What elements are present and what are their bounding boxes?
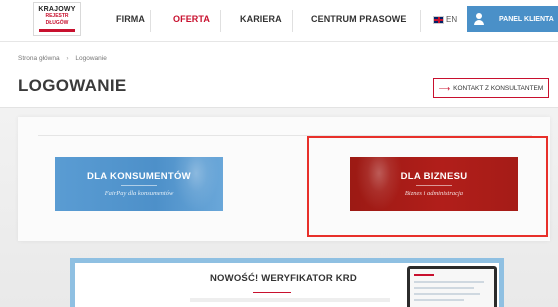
- nav-divider: [150, 10, 151, 32]
- logo-line-2: REJESTR DŁUGÓW: [45, 13, 69, 26]
- nav-divider: [220, 10, 221, 32]
- card-underline: [121, 185, 157, 186]
- krd-logo[interactable]: KRAJOWY REJESTR DŁUGÓW: [33, 2, 81, 36]
- consumers-login-card[interactable]: DLA KONSUMENTÓW FairPay dla konsumentów: [55, 157, 223, 211]
- breadcrumb: Strona główna › Logowanie: [18, 55, 107, 62]
- screen-line: [414, 281, 484, 283]
- nav-item-centrum-prasowe[interactable]: CENTRUM PRASOWE: [311, 14, 407, 28]
- uk-flag-icon[interactable]: [433, 16, 444, 24]
- nav-item-kariera[interactable]: KARIERA: [240, 14, 282, 28]
- client-panel-button[interactable]: PANEL KLIENTA: [467, 6, 558, 32]
- screen-line: [414, 293, 480, 295]
- contact-consultant-button[interactable]: ⟶ KONTAKT Z KONSULTANTEM: [433, 78, 549, 98]
- nav-divider: [420, 10, 421, 32]
- top-navigation-bar: KRAJOWY REJESTR DŁUGÓW FIRMA OFERTA KARI…: [0, 0, 558, 42]
- client-panel-label: PANEL KLIENTA: [499, 15, 554, 23]
- banner-underline: [253, 292, 291, 293]
- user-icon: [473, 13, 485, 25]
- screen-line: [414, 299, 464, 301]
- logo-bar: [39, 29, 75, 32]
- screen-line: [414, 274, 434, 276]
- person-image: [173, 157, 219, 211]
- device-screen: [410, 269, 494, 307]
- banner-text-placeholder: [190, 298, 390, 302]
- nav-item-oferta[interactable]: OFERTA: [173, 14, 210, 28]
- logo-line-1: KRAJOWY: [38, 6, 76, 13]
- page-title: LOGOWANIE: [18, 76, 127, 95]
- breadcrumb-home[interactable]: Strona główna: [18, 55, 60, 62]
- consumers-card-subtitle: FairPay dla konsumentów: [104, 190, 174, 197]
- consumers-card-title: DLA KONSUMENTÓW: [87, 171, 191, 182]
- laptop-screenshot-image: [407, 266, 497, 307]
- nav-item-firma[interactable]: FIRMA: [116, 14, 145, 28]
- arrow-right-icon: ⟶: [438, 83, 451, 93]
- language-switch[interactable]: EN: [446, 15, 457, 24]
- highlight-annotation: [307, 136, 548, 237]
- contact-button-label: KONTAKT Z KONSULTANTEM: [453, 84, 544, 92]
- breadcrumb-separator: ›: [66, 55, 69, 62]
- banner-title: NOWOŚĆ! WERYFIKATOR KRD: [210, 273, 357, 284]
- nav-divider: [292, 10, 293, 32]
- breadcrumb-current: Logowanie: [75, 55, 107, 62]
- screen-line: [414, 287, 474, 289]
